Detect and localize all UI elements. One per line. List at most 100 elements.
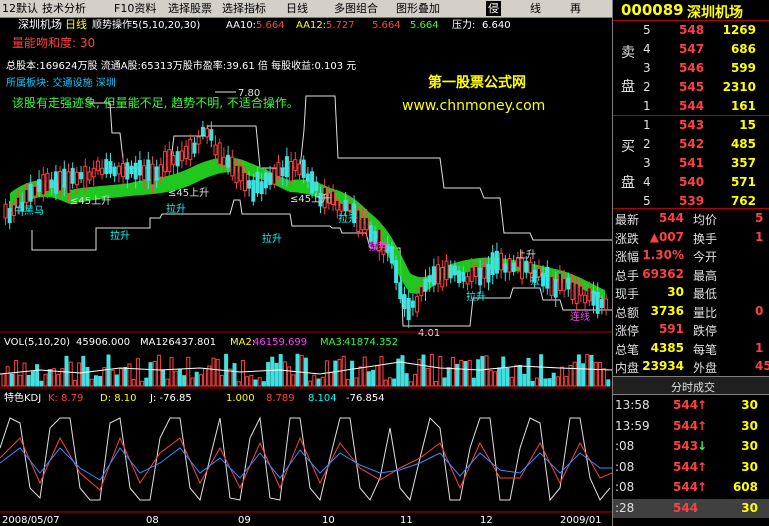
volume-bar [177,368,182,387]
menu-default[interactable]: 12默认 [2,1,38,16]
menu-overlay[interactable]: 图形叠加 [396,1,440,16]
sell-price[interactable]: 544 [679,99,704,113]
volume-bar [26,374,31,387]
aa10-value: 5.664 [256,20,285,31]
menu-daily[interactable]: 日线 [286,1,308,16]
volume-bar [555,376,560,387]
stat-value: 45 [755,359,769,373]
menu-line[interactable]: 线 [530,1,541,16]
volume-bar [484,355,489,387]
candle-body [192,142,197,154]
menu-invade[interactable]: 侵 [486,1,501,16]
volume-bar [539,354,544,387]
low-price-label: 4.01 [418,328,440,339]
sell-price[interactable]: 545 [679,80,704,94]
signal-pull-5: 拉升 [466,290,486,303]
volume-bar [1,373,6,387]
candle-body [578,285,583,296]
menu-multi-chart[interactable]: 多图组合 [334,1,378,16]
candle-body [389,246,394,264]
ticks-title: 分时成交 [671,381,715,394]
candle-body [331,190,336,206]
candle-body [410,300,415,308]
tick-arrow: ↑ [697,459,708,474]
menu-select-indicator[interactable]: 选择指标 [222,1,266,16]
sell-label-bottom: 盘 [621,79,635,95]
sell-price[interactable]: 548 [679,23,704,37]
volume-bar [219,375,224,387]
stat-label: 现手 [615,287,640,301]
buy-volume: 357 [730,156,756,170]
stat-value: ▲007 [649,229,684,244]
tick-time: :08 [615,439,635,453]
stat-label: 总笔 [615,342,640,357]
volume-bar [152,360,157,387]
buy-price[interactable]: 539 [679,194,704,208]
buy-price[interactable]: 540 [679,175,704,189]
volume-bar [337,358,342,387]
date-label: 2009/01 [560,515,602,526]
ticks-header[interactable]: 分时成交 [613,376,769,395]
candle-body [112,166,117,177]
stat-label: 每笔 [693,342,718,357]
volume-bar [476,359,481,387]
vol-label: VOL(5,10,20) [4,337,70,348]
candle-body [415,296,420,313]
volume-bar [438,356,443,387]
volume-bar [379,356,384,387]
indicator-label: 顺势操作5(5,10,20,30) [92,18,200,31]
candle-body [158,164,163,178]
candle-body [469,266,474,282]
buy-price[interactable]: 542 [679,137,704,151]
volume-bar [64,355,69,387]
high-price-label: 7.80 [238,88,260,99]
sell-price[interactable]: 547 [679,42,704,56]
volume-bar [467,359,472,387]
candle-body [272,168,277,185]
kline-chart[interactable]: 深圳机场 日线 顺势操作5(5,10,20,30) AA10: 5.664 AA… [0,18,612,526]
vol-ma1-value: 26437.801 [162,337,216,348]
volume-bar [119,368,124,387]
volume-bar [543,378,548,387]
menu-tech-analysis[interactable]: 技术分析 [42,1,86,16]
candle-body [263,172,268,189]
volume-bar [295,353,300,387]
volume-bar [345,378,350,387]
tick-price: 543 [673,439,699,453]
menu-select-stock[interactable]: 选择股票 [168,1,212,16]
candle-body [423,278,428,292]
signal-horse: 牛黑马 [14,204,44,217]
volume-bar [203,368,208,387]
sell-price[interactable]: 546 [679,61,704,75]
kdj-x3: 8.104 [308,393,337,404]
volume-bar [429,354,434,387]
buy-level: 4 [643,175,651,189]
volume-bar [333,360,338,387]
volume-bar [308,380,313,387]
candle-body [490,252,495,275]
candle-body [293,159,298,172]
menu-f10[interactable]: F10资料 [114,1,156,16]
menu-again[interactable]: 再 [570,1,581,16]
candle-body [230,156,235,177]
pressure-label: 压力: [452,18,475,31]
candle-body [431,266,436,286]
tick-price: 544 [673,398,699,412]
volume-bar [480,356,485,387]
volume-bar [392,378,397,387]
buy-price[interactable]: 543 [679,118,704,132]
candle-body [104,159,109,175]
volume-bar [114,374,119,387]
stat-label: 涨停 [615,324,640,338]
buy-price[interactable]: 541 [679,156,704,170]
volume-bar [291,374,296,387]
signal-connect: 连线 [570,310,590,323]
volume-bar [282,361,287,387]
vol-ma2-value: 46159.699 [253,337,307,348]
candle-body [436,264,441,285]
candle-body [213,144,218,156]
volume-bar [9,373,14,387]
stock-code: 000089 [621,1,684,19]
buy-level: 2 [643,137,651,151]
candle-body [461,272,466,282]
